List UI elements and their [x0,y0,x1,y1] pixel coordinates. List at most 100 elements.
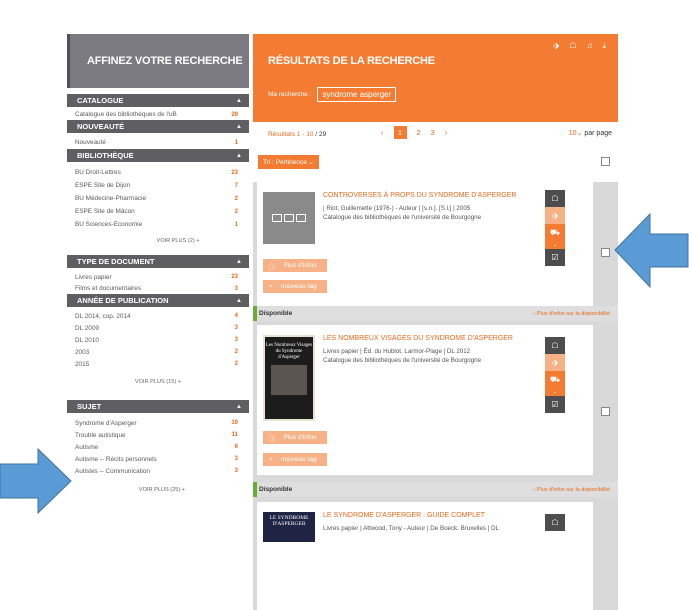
facet-item-label: BU Droit-Lettres [75,169,121,176]
facet-item[interactable]: Films et documentaires 3 [67,283,249,294]
plus-icon: + [269,456,273,463]
result-catalogue: Catalogue des bibliothèques de l'univers… [323,357,482,364]
show-more-link[interactable]: VOIR PLUS (2) + [67,231,249,249]
page-title: RÉSULTATS DE LA RECHERCHE [268,55,435,67]
book-cover[interactable]: LE SYNDROME D'ASPERGER [263,512,315,542]
more-info-button[interactable]: ⓘ Plus d'infos [263,259,327,272]
sidebar-title: AFFINEZ VOTRE RECHERCHE [67,34,249,88]
facet-item-label: Autisme [75,443,99,451]
collapse-icon[interactable]: ▲ [236,153,242,159]
next-page-button[interactable]: › [445,128,448,137]
facet-item[interactable]: Autisme 6 [67,441,249,453]
facet-annee-header[interactable]: ANNÉE DE PUBLICATION ▲ [67,294,249,307]
facet-sujet-header[interactable]: SUJET ▲ [67,400,249,413]
more-info-button[interactable]: ⓘ Plus d'infos [263,431,327,444]
tag-icon[interactable]: ⬗ [545,354,565,371]
collapse-icon[interactable]: ▲ [236,404,242,410]
facet-item[interactable]: 2015 2 [67,358,249,370]
comment-icon[interactable]: ☖ [545,514,565,531]
facet-item[interactable]: ESPE Site de Dijon 7 [67,179,249,192]
result-title[interactable]: LES NOMBREUX VISAGES DU SYNDROME D'ASPER… [323,335,513,342]
prev-page-button[interactable]: ‹ [381,128,384,137]
page-1-button[interactable]: 1 [393,126,407,139]
facet-item[interactable]: DL 2010 3 [67,334,249,346]
facet-item[interactable]: BU Droit-Lettres 23 [67,166,249,179]
result-item: Les Nombreux Visages du Syndrome d'Asper… [257,325,593,475]
facet-item[interactable]: 2003 2 [67,346,249,358]
dropdown-icon[interactable]: ⌄ [545,241,565,249]
facet-title: SUJET [77,402,102,411]
facet-item[interactable]: Livres papier 23 [67,271,249,283]
facet-title: TYPE DE DOCUMENT [77,257,155,266]
facet-item-label: 2003 [75,348,90,356]
facet-item-label: Livres papier [75,273,112,281]
result-checkbox[interactable] [601,248,610,257]
facet-item-label: BU Sciences-Economie [75,221,143,228]
facet-item[interactable]: Trouble autistique 11 [67,429,249,441]
check-icon[interactable]: ☑ [545,396,565,413]
cart-icon[interactable]: ⛟ [545,224,565,241]
comment-icon[interactable]: ☖ [569,41,576,51]
facet-item[interactable]: BU Médecine-Pharmacie 2 [67,192,249,205]
facet-item-count: 23 [231,274,238,280]
facet-item-label: ESPE Site de Mâcon [75,208,135,215]
facet-item-count: 3 [234,285,238,292]
facet-item[interactable]: DL 2014, cop. 2014 4 [67,310,249,322]
tag-icon[interactable]: ⬗ [545,207,565,224]
chevron-down-icon: ⌄ [308,159,315,166]
facet-type-header[interactable]: TYPE DE DOCUMENT ▲ [67,255,249,268]
download-icon[interactable]: ⤓ [602,41,606,51]
info-icon: ⓘ [269,263,276,271]
show-more-link[interactable]: VOIR PLUS (15) + [67,370,249,390]
sort-dropdown[interactable]: Tri : Pertinence ⌄ [258,155,320,169]
collapse-icon[interactable]: ▲ [236,259,242,265]
results-total: / 29 [313,131,327,138]
facet-item-count: 3 [234,325,238,331]
page-2-button[interactable]: 2 [417,128,421,137]
comment-icon[interactable]: ☖ [545,190,565,207]
facet-item[interactable]: Autisme -- Récits personnels 3 [67,453,249,465]
per-page-select[interactable]: 10⌄ par page [569,129,612,137]
per-page-label: par page [584,130,612,137]
facet-item[interactable]: BU Sciences-Economie 1 [67,218,249,231]
left-arrow-annotation [0,448,72,514]
book-cover[interactable]: Les Nombreux Visages du Syndrome d'Asper… [263,335,315,421]
result-title[interactable]: CONTROVERSES À PROPS DU SYNDROME D'ASPER… [323,192,516,199]
facet-title: NOUVEAUTÉ [77,122,125,131]
facet-item[interactable]: ESPE Site de Mâcon 2 [67,205,249,218]
no-cover-thumbnail[interactable] [263,192,315,244]
facet-item[interactable]: Nouveauté 1 [67,137,249,148]
collapse-icon[interactable]: ▲ [236,124,242,130]
dropdown-icon[interactable]: ⌄ [545,388,565,396]
facet-item-count: 3 [234,456,238,462]
right-arrow-annotation [614,212,689,289]
check-icon[interactable]: ☑ [545,249,565,266]
result-title[interactable]: LE SYNDROME D'ASPERGER : GUIDE COMPLET [323,512,485,519]
new-tag-button[interactable]: + nouveau tag [263,453,327,466]
collapse-icon[interactable]: ▲ [236,298,242,304]
facet-item[interactable]: Autistes -- Communication 3 [67,465,249,477]
tag-icon[interactable]: ⬗ [553,41,559,51]
collapse-icon[interactable]: ▲ [236,98,242,104]
facet-item-label: Syndrome d'Asperger [75,419,137,427]
facet-item-count: 2 [234,208,238,215]
facet-item[interactable]: Syndrome d'Asperger 19 [67,417,249,429]
facet-item[interactable]: Catalogue des bibliothèques de l'uB 29 [67,109,249,120]
facet-bibliotheque-header[interactable]: BIBLIOTHÈQUE ▲ [67,149,249,162]
bell-icon[interactable]: ♫ [586,41,592,51]
select-all-checkbox[interactable] [601,157,610,166]
cart-icon[interactable]: ⛟ [545,371,565,388]
facet-catalogue-header[interactable]: CATALOGUE ▲ [67,94,249,107]
show-more-link[interactable]: VOIR PLUS (25) + [67,477,249,497]
more-info-label: Plus d'infos [283,434,317,441]
availability-link[interactable]: › Plus d'infos sur la disponibilité [533,487,610,493]
facet-nouveaute-header[interactable]: NOUVEAUTÉ ▲ [67,120,249,133]
result-checkbox[interactable] [601,407,610,416]
facet-item[interactable]: DL 2009 3 [67,322,249,334]
search-query[interactable]: syndrome asperger [317,87,397,102]
comment-icon[interactable]: ☖ [545,337,565,354]
availability-link[interactable]: › Plus d'infos sur la disponibilité [533,311,610,317]
new-tag-button[interactable]: + nouveau tag [263,280,327,293]
page-3-button[interactable]: 3 [431,128,435,137]
pagination: ‹ 1 2 3 › [381,126,447,139]
